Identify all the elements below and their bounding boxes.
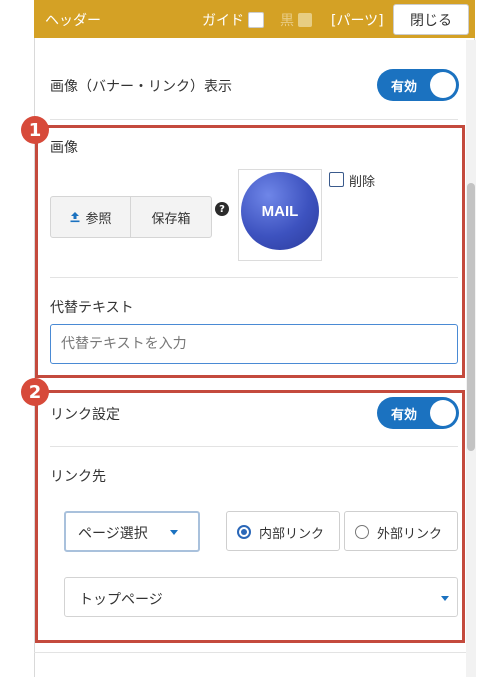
link-setting-toggle[interactable]: 有効	[377, 397, 459, 429]
image-label: 画像	[50, 140, 78, 156]
toggle-knob	[430, 400, 456, 426]
help-icon[interactable]: ?	[215, 202, 229, 216]
section-badge-2: 2	[21, 378, 49, 406]
link-target-label: リンク先	[50, 469, 106, 485]
image-link-display-label: 画像（バナー・リンク）表示	[50, 79, 232, 95]
divider	[50, 119, 458, 120]
black-label: 黒	[280, 13, 294, 29]
chevron-down-icon	[441, 596, 449, 601]
radio-internal-label: 内部リンク	[259, 527, 325, 542]
alt-text-input[interactable]	[50, 324, 458, 364]
toggle-label: 有効	[391, 80, 418, 95]
image-button-group: 参照 保存箱	[50, 196, 212, 238]
radio-external-label: 外部リンク	[377, 527, 443, 542]
browse-label: 参照	[85, 211, 112, 227]
storage-button[interactable]: 保存箱	[131, 197, 211, 237]
divider	[34, 652, 475, 653]
guide-label: ガイド	[202, 13, 244, 29]
delete-checkbox[interactable]	[329, 172, 344, 187]
radio-internal-link[interactable]: 内部リンク	[226, 511, 340, 551]
guide-toggle[interactable]: ガイド	[202, 10, 264, 30]
black-checkbox[interactable]	[298, 13, 312, 27]
alt-text-label: 代替テキスト	[50, 300, 134, 316]
link-setting-label: リンク設定	[50, 407, 120, 423]
page-dropdown-value: トップページ	[79, 592, 163, 608]
header-title: ヘッダー	[45, 13, 101, 29]
page-select-dropdown[interactable]: ページ選択	[64, 511, 200, 552]
toggle-knob	[430, 72, 456, 98]
divider	[50, 446, 458, 447]
guide-checkbox[interactable]	[248, 12, 264, 28]
upload-icon	[70, 212, 80, 223]
browse-button[interactable]: 参照	[51, 197, 131, 237]
close-button[interactable]: 閉じる	[393, 4, 469, 35]
parts-label[interactable]: [パーツ]	[331, 10, 384, 30]
black-toggle[interactable]: 黒	[280, 10, 312, 30]
delete-label: 削除	[349, 175, 376, 190]
image-thumbnail: MAIL	[241, 172, 319, 250]
divider	[50, 277, 458, 278]
toggle-label: 有効	[391, 408, 418, 423]
chevron-down-icon	[170, 530, 178, 535]
page-select-label: ページ選択	[78, 526, 148, 542]
image-link-display-toggle[interactable]: 有効	[377, 69, 459, 101]
scrollbar-thumb[interactable]	[467, 183, 475, 451]
section-badge-1: 1	[21, 116, 49, 144]
radio-selected-icon	[237, 525, 251, 539]
radio-external-link[interactable]: 外部リンク	[344, 511, 458, 551]
radio-unselected-icon	[355, 525, 369, 539]
page-dropdown[interactable]: トップページ	[64, 577, 458, 617]
